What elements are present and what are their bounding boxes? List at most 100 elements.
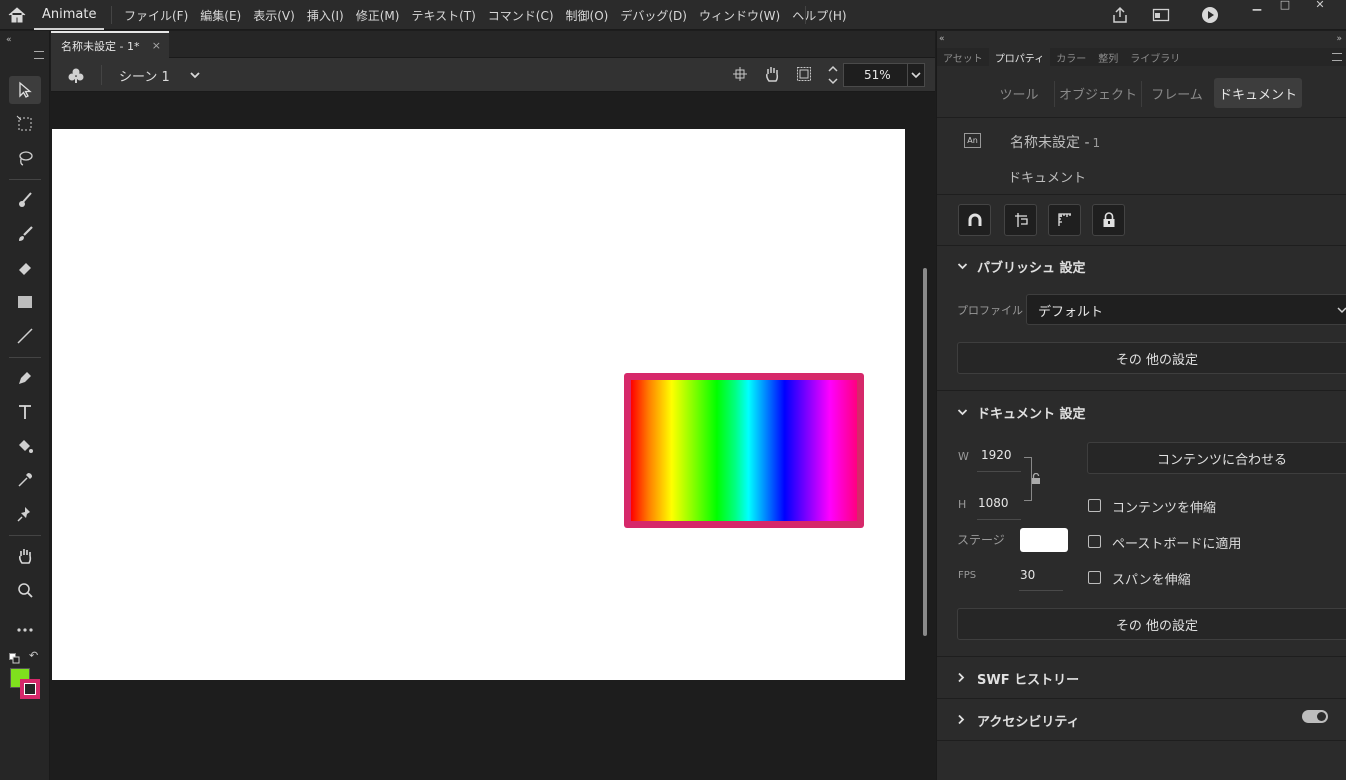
chevron-down-icon[interactable] <box>189 70 201 80</box>
scale-spans-checkbox[interactable] <box>1088 571 1101 584</box>
tab-color[interactable]: カラー <box>1050 48 1092 66</box>
subtab-frame[interactable]: フレーム <box>1144 78 1210 108</box>
test-movie-icon[interactable] <box>1201 6 1219 24</box>
width-input[interactable]: 1920 <box>981 448 1012 462</box>
unlock-icon[interactable] <box>1031 473 1041 485</box>
subtab-document[interactable]: ドキュメント <box>1214 78 1302 108</box>
menu-insert[interactable]: 挿入(I) <box>301 0 350 30</box>
publish-more-settings-button[interactable]: その 他の設定 <box>957 342 1346 374</box>
divider <box>937 390 1346 391</box>
profile-select[interactable]: デフォルト <box>1026 294 1346 325</box>
tab-align[interactable]: 整列 <box>1092 48 1124 66</box>
canvas-area[interactable] <box>51 92 935 780</box>
collapse-icon[interactable]: « <box>6 35 12 45</box>
snap-magnet-icon[interactable] <box>958 204 991 236</box>
more-tools-icon[interactable] <box>9 616 41 644</box>
share-icon[interactable] <box>1111 6 1129 24</box>
lock-icon[interactable] <box>1092 204 1125 236</box>
chevron-down-icon[interactable] <box>957 262 968 271</box>
scene-selector[interactable]: シーン 1 <box>119 66 170 85</box>
menu-debug[interactable]: デバッグ(D) <box>614 0 693 30</box>
divider <box>937 117 1346 118</box>
paint-bucket-tool-icon[interactable] <box>9 432 41 460</box>
line-tool-icon[interactable] <box>9 322 41 350</box>
chevron-down-icon[interactable] <box>957 408 968 417</box>
tab-assets[interactable]: アセット <box>937 48 989 66</box>
fluid-brush-tool-icon[interactable] <box>9 186 41 214</box>
menu-commands[interactable]: コマンド(C) <box>482 0 560 30</box>
chevron-right-icon[interactable] <box>957 714 965 725</box>
tab-properties[interactable]: プロパティ <box>988 48 1051 66</box>
menu-modify[interactable]: 修正(M) <box>350 0 406 30</box>
clip-content-icon[interactable] <box>796 66 812 82</box>
tab-library[interactable]: ライブラリ <box>1124 48 1186 66</box>
menu-control[interactable]: 制御(O) <box>560 0 615 30</box>
apply-pasteboard-checkbox[interactable] <box>1088 535 1101 548</box>
menu-file[interactable]: ファイル(F) <box>118 0 194 30</box>
fps-input[interactable]: 30 <box>1020 568 1035 582</box>
home-icon[interactable] <box>6 5 28 25</box>
menu-window[interactable]: ウィンドウ(W) <box>693 0 786 30</box>
pin-tool-icon[interactable] <box>9 500 41 528</box>
zoom-tool-icon[interactable] <box>9 576 41 604</box>
publish-settings-title[interactable]: パブリッシュ 設定 <box>977 257 1086 276</box>
pen-tool-icon[interactable] <box>9 364 41 392</box>
height-input[interactable]: 1080 <box>978 496 1009 510</box>
text-tool-icon[interactable] <box>9 398 41 426</box>
zoom-dropdown[interactable] <box>907 63 925 87</box>
subtab-object[interactable]: オブジェクト <box>1059 78 1137 108</box>
menu-edit[interactable]: 編集(E) <box>194 0 247 30</box>
edit-symbols-icon[interactable] <box>67 66 85 84</box>
accessibility-title[interactable]: アクセシビリティ <box>977 711 1080 730</box>
menu-view[interactable]: 表示(V) <box>247 0 301 30</box>
accessibility-toggle[interactable] <box>1302 710 1328 723</box>
swf-history-title[interactable]: SWF ヒストリー <box>977 669 1079 688</box>
stroke-color-swatch[interactable] <box>20 679 40 699</box>
menu-help[interactable]: ヘルプ(H) <box>786 0 852 30</box>
snap-to-center-icon[interactable] <box>733 67 747 81</box>
document-more-settings-button[interactable]: その 他の設定 <box>957 608 1346 640</box>
swap-colors-icon[interactable]: ↶ <box>29 649 38 662</box>
collapse-left-icon[interactable]: « <box>939 34 945 44</box>
hand-tool-icon[interactable] <box>9 542 41 570</box>
lasso-tool-icon[interactable] <box>9 144 41 172</box>
free-transform-tool-icon[interactable] <box>9 110 41 138</box>
rectangle-gradient-fill <box>631 380 857 521</box>
stage[interactable] <box>52 129 905 680</box>
profile-select-value: デフォルト <box>1038 305 1104 320</box>
selection-tool-icon[interactable] <box>9 76 41 104</box>
rulers-icon[interactable] <box>1048 204 1081 236</box>
chevron-right-icon[interactable] <box>957 672 965 683</box>
subtab-tool[interactable]: ツール <box>987 78 1051 108</box>
zoom-input[interactable]: 51% <box>843 63 908 87</box>
panel-menu-icon[interactable] <box>34 51 44 59</box>
zoom-stepper-icon[interactable] <box>827 64 839 86</box>
rectangle-tool-icon[interactable] <box>9 288 41 316</box>
document-tab[interactable]: 名称未設定 - 1* × <box>51 31 169 58</box>
scale-content-label: コンテンツを伸縮 <box>1112 501 1217 516</box>
eyedropper-tool-icon[interactable] <box>9 466 41 494</box>
workspace-icon[interactable] <box>1152 6 1170 24</box>
panel-tab-bar: アセット プロパティ カラー 整列 ライブラリ <box>937 48 1346 66</box>
rainbow-rectangle-object[interactable] <box>624 373 864 528</box>
close-icon[interactable]: ✕ <box>1306 0 1334 11</box>
eraser-tool-icon[interactable] <box>9 254 41 282</box>
minimize-icon[interactable]: ▁ <box>1243 0 1271 11</box>
maximize-icon[interactable]: □ <box>1271 0 1299 11</box>
menu-text[interactable]: テキスト(T) <box>405 0 481 30</box>
close-tab-icon[interactable]: × <box>152 39 161 52</box>
rotate-stage-icon[interactable] <box>763 65 781 83</box>
fit-to-content-button[interactable]: コンテンツに合わせる <box>1087 442 1346 474</box>
guides-icon[interactable] <box>1004 204 1037 236</box>
height-label: H <box>958 498 967 511</box>
document-settings-title[interactable]: ドキュメント 設定 <box>977 403 1086 422</box>
scale-content-checkbox[interactable] <box>1088 499 1101 512</box>
stage-color-swatch[interactable] <box>1020 528 1068 552</box>
collapse-right-icon[interactable]: » <box>1336 34 1342 44</box>
app-tab-animate[interactable]: Animate <box>34 0 105 30</box>
animate-document-icon: An <box>964 133 981 148</box>
default-colors-icon[interactable] <box>9 649 20 664</box>
panel-menu-icon[interactable] <box>1332 53 1342 61</box>
vertical-scrollbar[interactable] <box>923 268 927 636</box>
brush-tool-icon[interactable] <box>9 220 41 248</box>
